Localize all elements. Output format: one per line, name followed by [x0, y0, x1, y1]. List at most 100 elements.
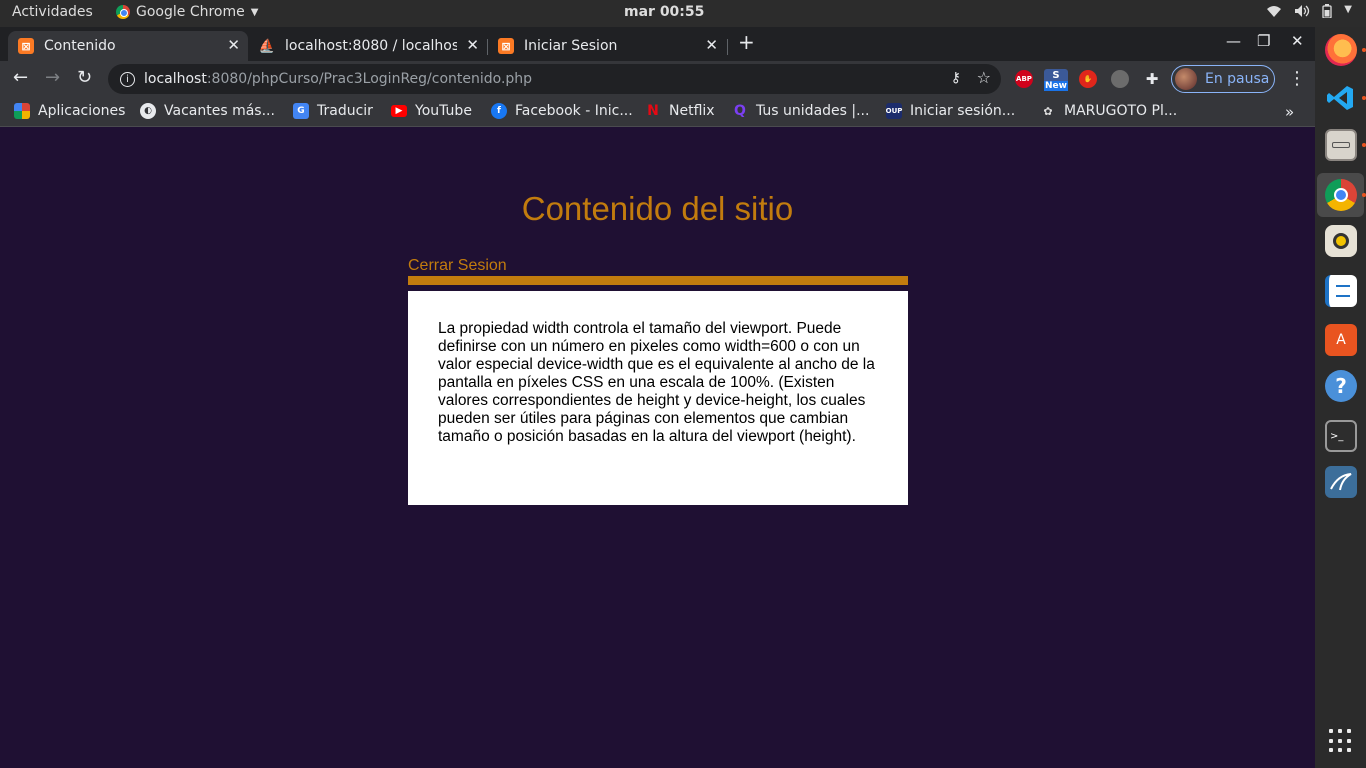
marugoto-icon: ✿	[1043, 104, 1053, 118]
profile-button[interactable]: En pausa	[1171, 65, 1275, 93]
files-icon[interactable]	[1325, 129, 1357, 161]
page-title: Contenido del sitio	[521, 190, 794, 227]
close-icon[interactable]: ✕	[466, 36, 479, 54]
close-icon[interactable]: ✕	[705, 36, 718, 54]
running-indicator	[1362, 96, 1366, 100]
hand-stop-icon[interactable]: ✋	[1079, 70, 1097, 88]
bookmark-netflix[interactable]: N Netflix	[645, 103, 715, 119]
maximize-button[interactable]: ❐	[1257, 32, 1270, 50]
bookmark-star-icon[interactable]: ☆	[977, 68, 991, 87]
running-indicator	[1362, 143, 1366, 147]
bookmark-label: Facebook - Inic...	[515, 103, 633, 119]
forward-button[interactable]: →	[45, 67, 60, 88]
bookmark-iniciar-sesion[interactable]: OUP Iniciar sesión...	[886, 103, 1015, 119]
bookmark-label: YouTube	[415, 103, 472, 119]
key-icon[interactable]: ⚷	[951, 70, 961, 86]
volume-icon	[1294, 4, 1310, 22]
back-button[interactable]: ←	[13, 67, 28, 88]
help-icon[interactable]: ?	[1325, 370, 1357, 402]
tab-phpmyadmin[interactable]: ⛵ localhost:8080 / localhost ✕	[249, 31, 487, 61]
software-icon[interactable]: A	[1325, 324, 1357, 356]
writer-icon[interactable]	[1325, 275, 1357, 307]
vscode-icon[interactable]	[1325, 82, 1357, 114]
activities-button[interactable]: Actividades	[12, 4, 93, 20]
bookmark-label: Tus unidades |...	[756, 103, 870, 119]
netflix-icon: N	[647, 103, 659, 119]
bookmark-label: Aplicaciones	[38, 103, 126, 119]
running-indicator	[1362, 48, 1366, 52]
chrome-icon[interactable]	[1325, 179, 1357, 211]
page-viewport: Contenido del sitio Cerrar Sesion La pro…	[0, 128, 1315, 768]
bookmark-facebook[interactable]: f Facebook - Inic...	[491, 103, 633, 119]
content-card: La propiedad width controla el tamaño de…	[408, 291, 908, 505]
url-path: :8080/phpCurso/Prac3LoginReg/contenido.p…	[206, 71, 533, 87]
tab-separator	[727, 39, 728, 55]
ubuntu-dock: A ? >_	[1315, 27, 1366, 768]
quizlet-icon: Q	[734, 103, 746, 119]
system-tray[interactable]: ▼	[1266, 4, 1352, 22]
extension-icon[interactable]	[1111, 70, 1129, 88]
xampp-icon: ⊠	[498, 38, 514, 54]
oup-icon: OUP	[886, 103, 902, 119]
new-extension-icon[interactable]: S New	[1044, 69, 1068, 91]
translate-icon: G	[293, 103, 309, 119]
tab-label: Iniciar Sesion	[524, 38, 618, 54]
logout-link[interactable]: Cerrar Sesion	[408, 257, 507, 275]
adblock-plus-icon[interactable]: ABP	[1015, 70, 1033, 88]
xampp-icon: ⊠	[18, 38, 34, 54]
window-close-button[interactable]: ✕	[1291, 32, 1304, 50]
bookmarks-bar: Aplicaciones ◐ Vacantes más... G Traduci…	[0, 97, 1315, 127]
phpmyadmin-icon: ⛵	[258, 38, 276, 54]
caret-down-icon: ▼	[250, 6, 259, 18]
chrome-icon	[116, 5, 130, 19]
more-bookmarks-icon[interactable]: »	[1285, 103, 1294, 121]
app-menu[interactable]: Google Chrome ▼	[116, 4, 258, 20]
bookmark-tus-unidades[interactable]: Q Tus unidades |...	[732, 103, 869, 119]
more-menu-icon[interactable]: ⋮	[1288, 68, 1306, 89]
abp-label: ABP	[1016, 75, 1032, 83]
new-tab-button[interactable]: +	[738, 30, 755, 54]
browser-toolbar: ← → ↻ i localhost :8080/phpCurso/Prac3Lo…	[0, 61, 1315, 97]
caret-down-icon: ▼	[1344, 4, 1352, 15]
app-menu-label: Google Chrome	[136, 4, 245, 20]
new-badge: New	[1044, 80, 1068, 91]
tab-contenido[interactable]: ⊠ Contenido ✕	[8, 31, 248, 61]
bookmark-vacantes[interactable]: ◐ Vacantes más...	[140, 103, 275, 119]
clock[interactable]: mar 00:55	[624, 4, 704, 20]
close-icon[interactable]: ✕	[227, 36, 240, 54]
globe-icon: ◐	[140, 103, 156, 119]
battery-icon	[1322, 4, 1332, 22]
bookmark-label: Iniciar sesión...	[910, 103, 1016, 119]
wifi-icon	[1266, 4, 1282, 22]
reload-button[interactable]: ↻	[77, 67, 92, 88]
accent-divider	[408, 276, 908, 285]
mysql-workbench-icon[interactable]	[1325, 466, 1357, 498]
minimize-button[interactable]: —	[1226, 32, 1241, 50]
bookmark-label: Netflix	[669, 103, 715, 119]
bookmark-youtube[interactable]: ▶ YouTube	[391, 103, 472, 119]
bookmark-label: MARUGOTO Pl...	[1064, 103, 1178, 119]
address-bar[interactable]: i localhost :8080/phpCurso/Prac3LoginReg…	[108, 64, 1001, 94]
bookmark-label: Traducir	[317, 103, 373, 119]
running-indicator	[1362, 193, 1366, 197]
bookmark-aplicaciones[interactable]: Aplicaciones	[14, 103, 125, 119]
bookmark-label: Vacantes más...	[164, 103, 275, 119]
show-apps-icon[interactable]	[1329, 729, 1353, 753]
puzzle-icon[interactable]: ✚	[1143, 70, 1161, 88]
tab-strip: ⊠ Contenido ✕ ⛵ localhost:8080 / localho…	[0, 27, 1315, 61]
apps-grid-icon	[14, 103, 30, 119]
profile-status: En pausa	[1205, 71, 1270, 87]
rhythmbox-icon[interactable]	[1325, 225, 1357, 257]
site-info-icon[interactable]: i	[120, 71, 135, 87]
firefox-icon[interactable]	[1325, 34, 1357, 66]
bookmark-marugoto[interactable]: ✿ MARUGOTO Pl...	[1040, 103, 1177, 119]
tab-iniciar-sesion[interactable]: ⊠ Iniciar Sesion ✕	[488, 31, 726, 61]
content-paragraph: La propiedad width controla el tamaño de…	[438, 320, 875, 445]
tab-label: Contenido	[44, 38, 116, 54]
avatar	[1175, 68, 1197, 90]
youtube-icon: ▶	[391, 105, 407, 117]
bookmark-traducir[interactable]: G Traducir	[293, 103, 373, 119]
system-top-bar: Actividades Google Chrome ▼ mar 00:55 ▼	[0, 0, 1366, 27]
facebook-icon: f	[491, 103, 507, 119]
terminal-icon[interactable]: >_	[1325, 420, 1357, 452]
